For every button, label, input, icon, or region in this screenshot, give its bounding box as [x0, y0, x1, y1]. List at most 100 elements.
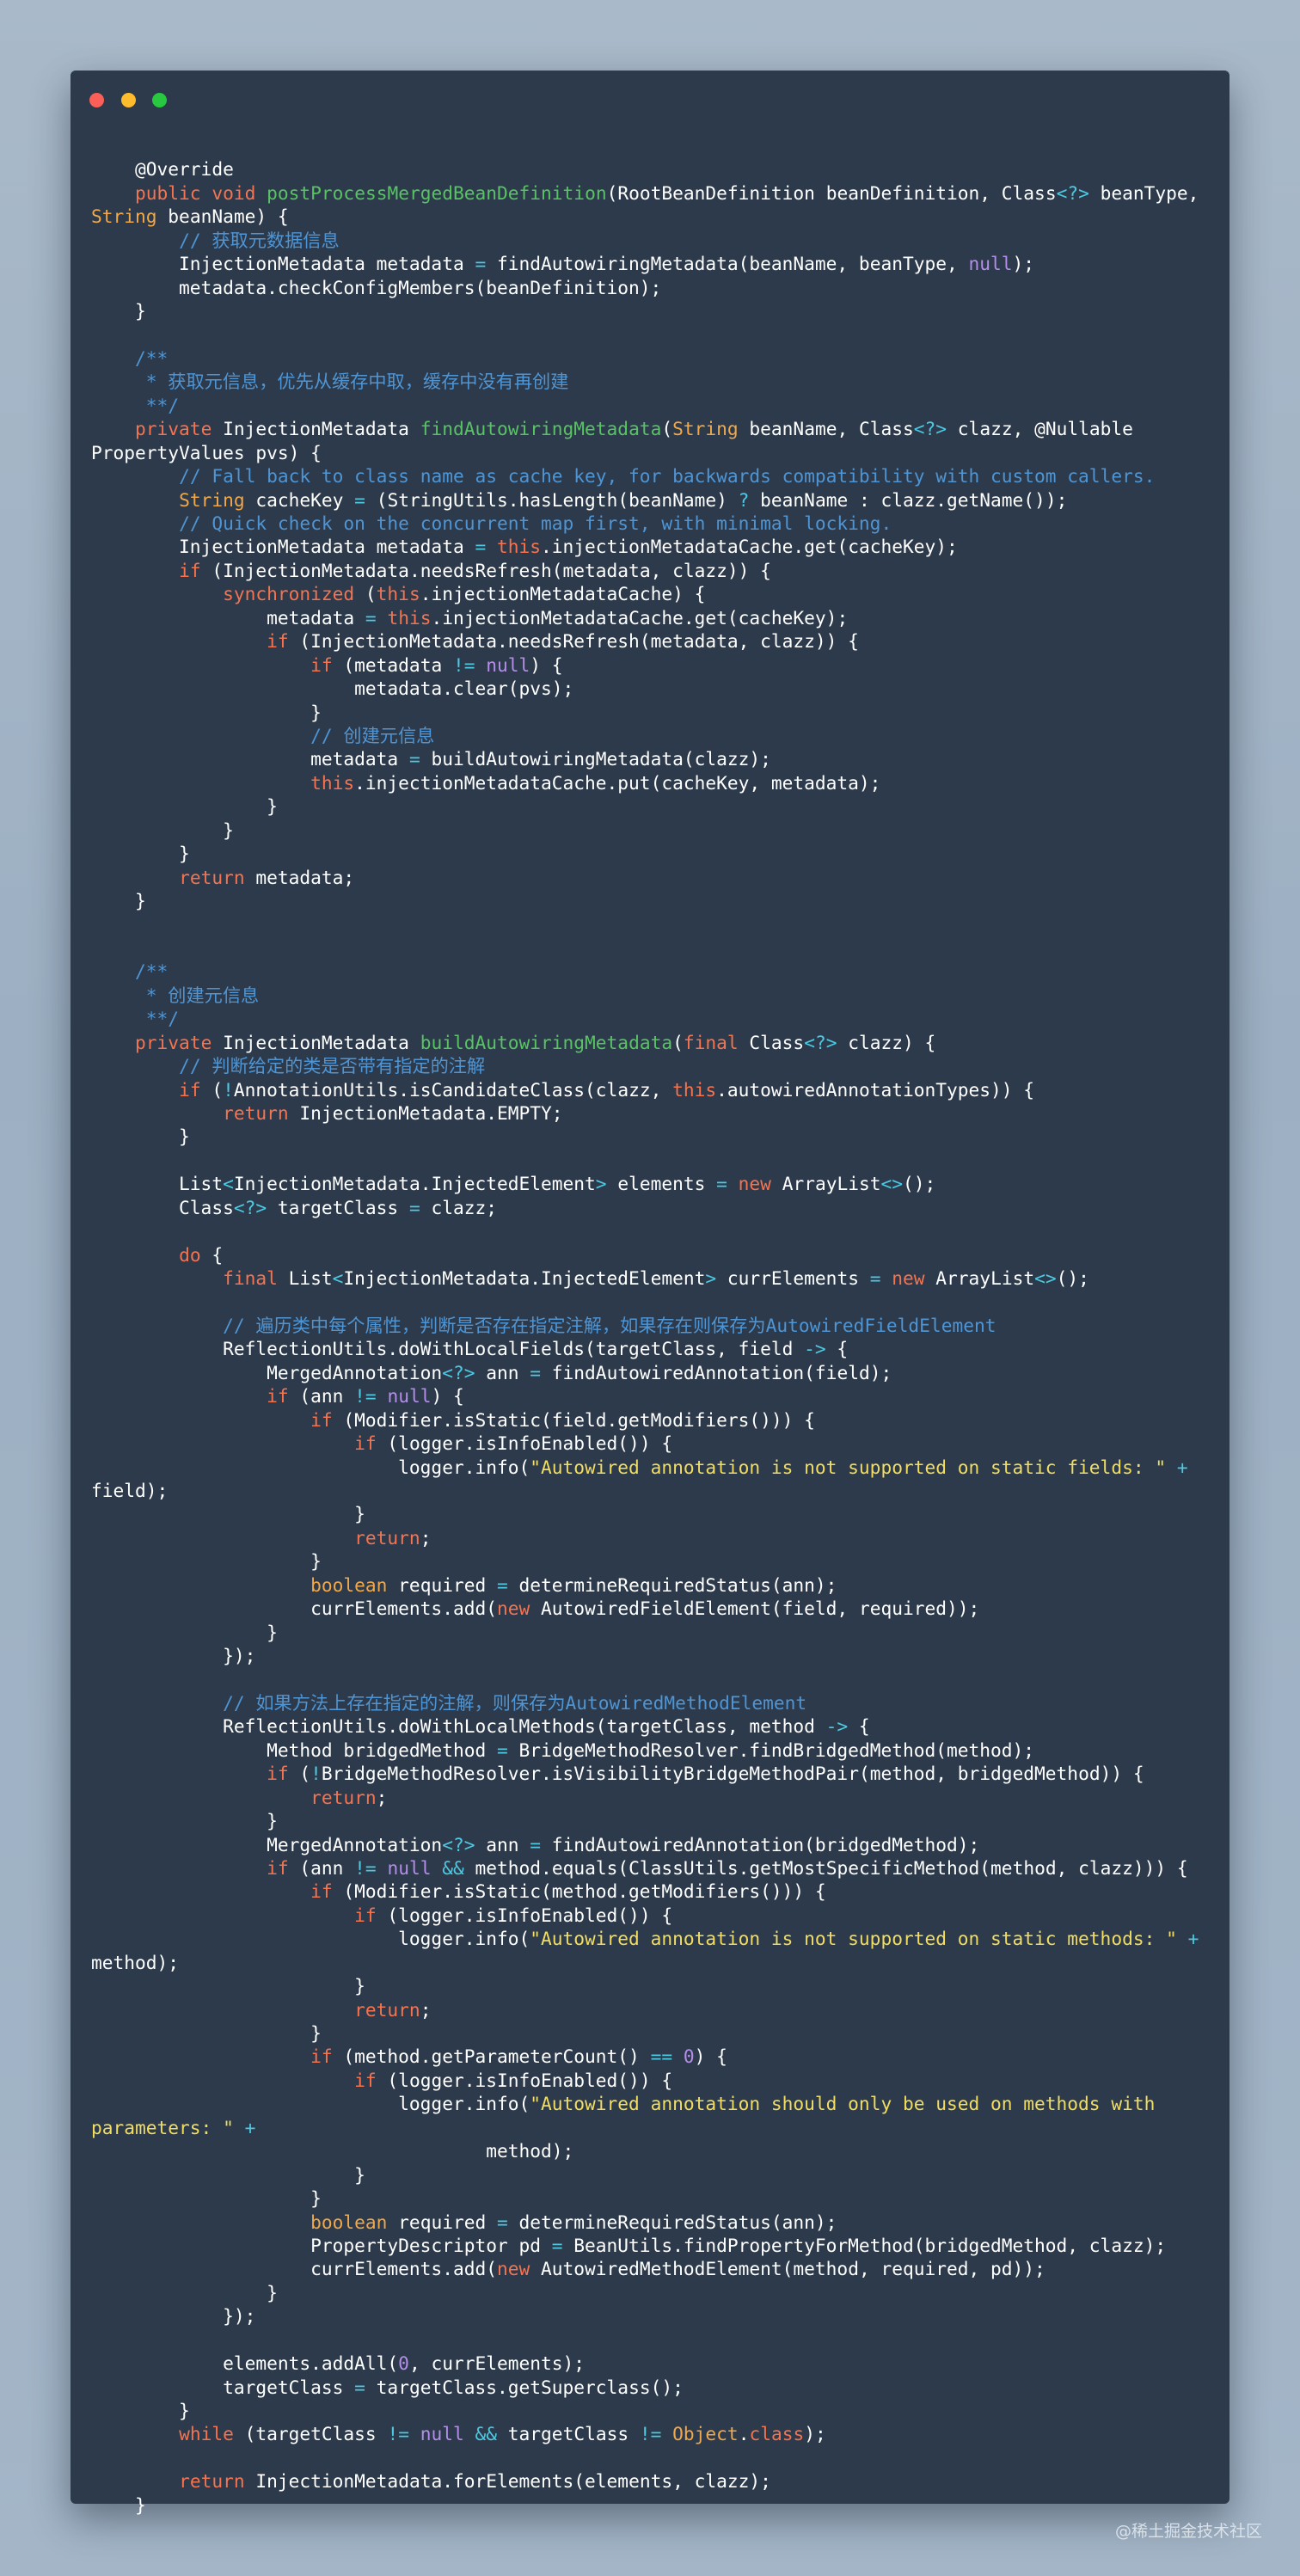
code-token: =	[551, 2234, 563, 2256]
code-token: // 遍历类中每个属性，判断是否存在指定注解，如果存在则保存为Autowired…	[223, 1314, 996, 1336]
code-token: boolean	[310, 1573, 388, 1596]
code-token: (Modifier.isStatic(field.getModifiers())…	[332, 1408, 815, 1431]
code-token: findAutowiringMetadata	[420, 418, 662, 440]
code-line: /**	[91, 347, 1212, 370]
code-token: BridgeMethodResolver.findBridgedMethod(m…	[507, 1739, 1035, 1761]
code-token: if	[310, 653, 333, 676]
code-token: ReflectionUtils.doWithLocalFields(target…	[91, 1338, 805, 1360]
code-line: public void postProcessMergedBeanDefinit…	[91, 181, 1212, 205]
code-token: (	[661, 418, 673, 440]
code-token: // 创建元信息	[310, 724, 435, 746]
code-line: ReflectionUtils.doWithLocalMethods(targe…	[91, 1714, 1212, 1738]
code-token: !=	[354, 1385, 377, 1408]
code-token: class	[749, 2423, 805, 2445]
code-token: <?>	[1056, 181, 1089, 204]
code-token: null	[387, 1385, 432, 1408]
code-token: beanName : clazz.getName());	[749, 488, 1068, 511]
code-line: }	[91, 889, 1212, 912]
code-token: (method.getParameterCount()	[332, 2045, 651, 2068]
code-line: synchronized (this.injectionMetadataCach…	[91, 582, 1212, 605]
code-token: method);	[91, 1951, 180, 1973]
code-token: .autowiredAnnotationTypes)) {	[716, 1078, 1035, 1101]
code-line: logger.info("Autowired annotation is not…	[91, 1456, 1212, 1479]
code-token: List	[277, 1267, 333, 1289]
code-token: (Modifier.isStatic(method.getModifiers()…	[332, 1880, 826, 1903]
code-line: // 判断给定的类是否带有指定的注解	[91, 1054, 1212, 1077]
code-line: }	[91, 1621, 1212, 1644]
code-token: return	[223, 1101, 289, 1124]
code-token: Object	[672, 2423, 739, 2445]
code-token: ann	[475, 1833, 530, 1855]
code-token: BridgeMethodResolver.isVisibilityBridgeM…	[321, 1763, 1144, 1785]
code-token: ArrayList	[924, 1267, 1035, 1289]
code-token: targetClass	[497, 2423, 640, 2445]
code-line: elements.addAll(0, currElements);	[91, 2352, 1212, 2375]
code-token: =	[365, 606, 377, 629]
code-token: // 获取元数据信息	[179, 229, 340, 251]
code-token: ;	[376, 1786, 388, 1808]
code-token: }	[91, 2493, 146, 2516]
code-token: <?>	[442, 1833, 475, 1855]
code-token: this	[376, 583, 420, 605]
code-token: <?>	[913, 418, 947, 440]
code-token: (logger.isInfoEnabled()) {	[376, 2069, 673, 2091]
code-line: do {	[91, 1243, 1212, 1267]
code-token: <>	[880, 1173, 904, 1195]
code-token: return	[179, 2470, 245, 2493]
minimize-button[interactable]	[120, 93, 136, 107]
code-token: if	[267, 1385, 289, 1408]
code-token: elements.addAll(	[91, 2352, 399, 2375]
close-button[interactable]	[89, 93, 104, 107]
code-token: }	[91, 1810, 278, 1832]
code-line: if (logger.isInfoEnabled()) {	[91, 1432, 1212, 1455]
code-line: return InjectionMetadata.EMPTY;	[91, 1101, 1212, 1125]
code-token: }	[91, 2022, 322, 2044]
code-line: this.injectionMetadataCache.put(cacheKey…	[91, 771, 1212, 794]
code-token: ();	[1056, 1267, 1089, 1289]
code-line: }	[91, 701, 1212, 724]
code-token: public	[135, 181, 201, 204]
code-token: (logger.isInfoEnabled()) {	[376, 1432, 673, 1455]
code-token: (	[288, 1763, 311, 1785]
code-token: findAutowiringMetadata(beanName, beanTyp…	[486, 253, 969, 275]
code-token: }	[91, 890, 146, 911]
code-token: }	[91, 1125, 190, 1148]
code-line: private InjectionMetadata buildAutowirin…	[91, 1031, 1212, 1054]
code-token: synchronized	[223, 583, 355, 605]
watermark: @稀土掘金技术社区	[1114, 2522, 1262, 2541]
code-window: @Override public void postProcessMergedB…	[71, 71, 1229, 2516]
code-token: =	[496, 1573, 508, 1596]
code-line: MergedAnnotation<?> ann = findAutowiredA…	[91, 1361, 1212, 1384]
code-line: });	[91, 2304, 1212, 2328]
code-token: String	[672, 418, 739, 440]
maximize-button[interactable]	[152, 93, 168, 107]
code-token: metadata	[91, 606, 365, 629]
code-token: ==	[650, 2045, 673, 2068]
code-token: do	[179, 1243, 201, 1266]
code-line: metadata.clear(pvs);	[91, 677, 1212, 700]
code-token: metadata.checkConfigMembers(beanDefiniti…	[91, 276, 662, 298]
code-line: if (metadata != null) {	[91, 653, 1212, 677]
code-token: clazz, @Nullable	[947, 418, 1133, 440]
code-line: if (InjectionMetadata.needsRefresh(metad…	[91, 629, 1212, 653]
code-token: // Fall back to class name as cache key,…	[179, 465, 1156, 488]
code-line: return InjectionMetadata.forElements(ele…	[91, 2469, 1212, 2493]
code-token: .injectionMetadataCache.get(cacheKey);	[431, 606, 849, 629]
code-token: metadata.clear(pvs);	[91, 678, 574, 700]
code-token: buildAutowiringMetadata	[420, 1031, 673, 1053]
